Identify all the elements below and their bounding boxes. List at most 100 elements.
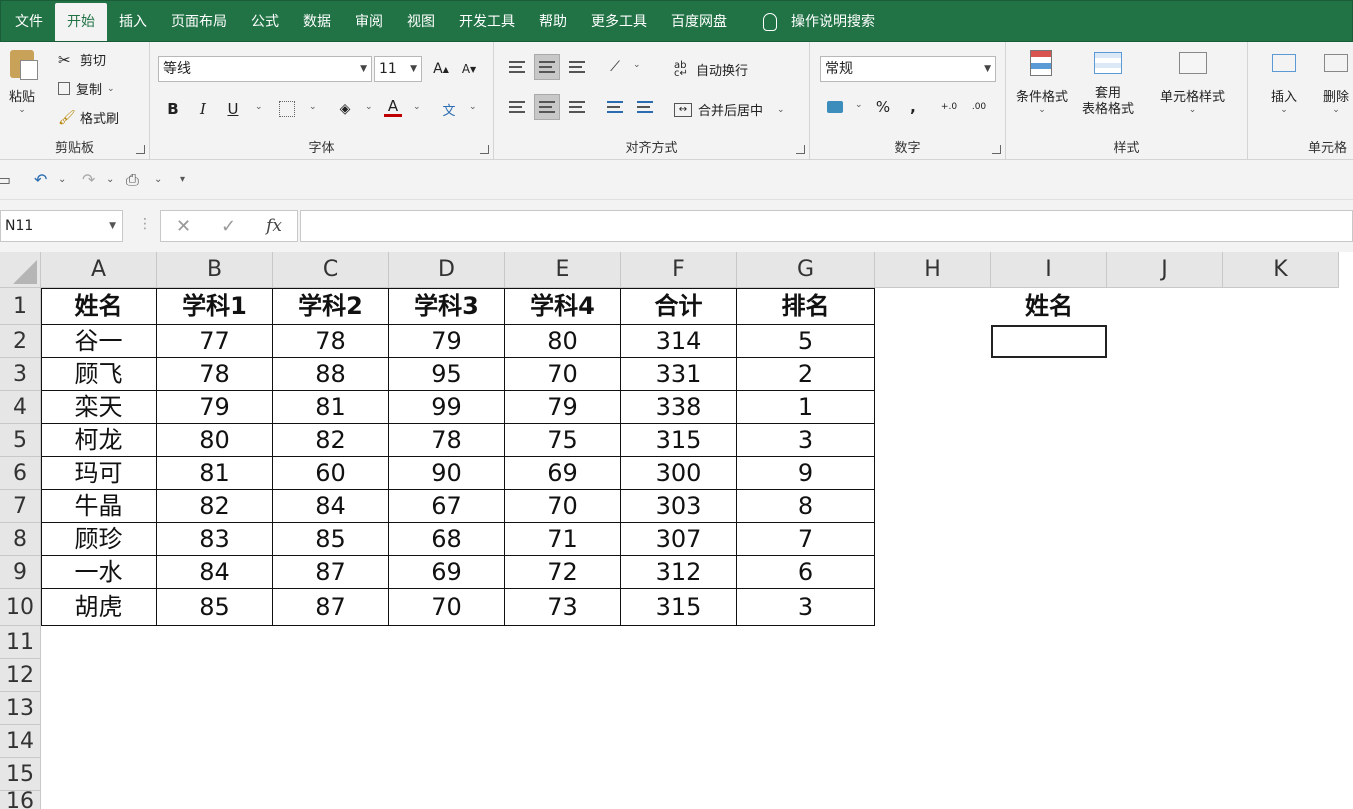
table-cell[interactable]: 谷一 (41, 325, 157, 358)
table-cell[interactable]: 顾飞 (41, 358, 157, 391)
merge-dropdown-icon[interactable]: ⌄ (777, 105, 785, 115)
font-launcher-icon[interactable] (480, 145, 489, 154)
cut-button[interactable]: ✂ 剪切 (58, 50, 106, 70)
column-header-e[interactable]: E (505, 252, 621, 288)
table-cell[interactable]: 85 (273, 523, 389, 556)
grow-font-button[interactable]: A ▲ (428, 56, 454, 82)
align-center-button[interactable] (534, 94, 560, 120)
table-cell[interactable]: 1 (737, 391, 875, 424)
align-middle-button[interactable] (534, 54, 560, 80)
table-cell[interactable]: 87 (273, 556, 389, 589)
table-cell[interactable]: 78 (157, 358, 273, 391)
align-top-button[interactable] (504, 54, 530, 80)
customize-toolbar-icon[interactable]: ▾ (180, 174, 185, 185)
number-launcher-icon[interactable] (992, 145, 1001, 154)
tab-review[interactable]: 审阅 (343, 3, 395, 41)
table-cell[interactable]: 一水 (41, 556, 157, 589)
orientation-button[interactable]: ⟋ (602, 54, 628, 80)
table-cell[interactable]: 79 (389, 325, 505, 358)
table-cell[interactable]: 99 (389, 391, 505, 424)
table-cell[interactable]: 3 (737, 589, 875, 626)
column-header-k[interactable]: K (1223, 252, 1339, 288)
undo-icon[interactable]: ↶ (34, 170, 47, 189)
print-dropdown-icon[interactable]: ⌄ (154, 174, 162, 185)
phonetic-button[interactable]: 文 (436, 96, 462, 122)
row-header-12[interactable]: 12 (0, 659, 41, 692)
header-cell[interactable]: 学科2 (273, 288, 389, 325)
table-cell[interactable]: 331 (621, 358, 737, 391)
font-color-button[interactable]: A (380, 94, 406, 120)
header-cell[interactable]: 学科3 (389, 288, 505, 325)
percent-button[interactable]: % (870, 94, 896, 120)
table-cell[interactable]: 83 (157, 523, 273, 556)
conditional-formatting-button[interactable]: 条件格式 ⌄ (1016, 48, 1068, 115)
merge-center-button[interactable]: ↔ 合并后居中 ⌄ (674, 100, 785, 119)
align-bottom-button[interactable] (564, 54, 590, 80)
fill-color-button[interactable]: ◈ (332, 96, 358, 122)
redo-icon[interactable]: ↷ (82, 170, 95, 189)
table-cell[interactable]: 315 (621, 424, 737, 457)
column-header-g[interactable]: G (737, 252, 875, 288)
row-header-13[interactable]: 13 (0, 692, 41, 725)
table-cell[interactable]: 5 (737, 325, 875, 358)
delete-cells-button[interactable]: 删除 ⌄ (1320, 48, 1352, 115)
table-cell[interactable]: 69 (389, 556, 505, 589)
column-header-c[interactable]: C (273, 252, 389, 288)
header-cell[interactable]: 合计 (621, 288, 737, 325)
row-header-5[interactable]: 5 (0, 424, 41, 457)
font-size-select[interactable]: 11 ▼ (374, 56, 422, 82)
table-cell[interactable]: 71 (505, 523, 621, 556)
table-cell[interactable]: 314 (621, 325, 737, 358)
row-header-15[interactable]: 15 (0, 758, 41, 791)
table-cell[interactable]: 90 (389, 457, 505, 490)
accounting-format-button[interactable] (822, 94, 848, 120)
row-header-1[interactable]: 1 (0, 288, 41, 325)
table-cell[interactable]: 9 (737, 457, 875, 490)
decrease-indent-button[interactable] (602, 94, 628, 120)
table-cell[interactable]: 338 (621, 391, 737, 424)
font-color-dropdown-icon[interactable]: ⌄ (413, 102, 421, 112)
table-cell[interactable]: 72 (505, 556, 621, 589)
table-cell[interactable]: 67 (389, 490, 505, 523)
formula-input[interactable] (300, 210, 1353, 242)
table-cell[interactable]: 3 (737, 424, 875, 457)
table-cell[interactable]: 栾天 (41, 391, 157, 424)
table-cell[interactable]: 88 (273, 358, 389, 391)
table-cell[interactable]: 87 (273, 589, 389, 626)
format-painter-button[interactable]: 🖌 格式刷 (58, 108, 119, 128)
table-cell[interactable]: 82 (273, 424, 389, 457)
row-header-11[interactable]: 11 (0, 626, 41, 659)
borders-dropdown-icon[interactable]: ⌄ (309, 102, 317, 112)
table-cell[interactable]: 8 (737, 490, 875, 523)
table-cell[interactable]: 77 (157, 325, 273, 358)
table-cell[interactable]: 2 (737, 358, 875, 391)
column-header-i[interactable]: I (991, 252, 1107, 288)
align-right-button[interactable] (564, 94, 590, 120)
table-cell[interactable]: 312 (621, 556, 737, 589)
number-format-select[interactable]: 常规 ▼ (820, 56, 996, 82)
column-header-j[interactable]: J (1107, 252, 1223, 288)
column-header-f[interactable]: F (621, 252, 737, 288)
undo-dropdown-icon[interactable]: ⌄ (58, 174, 66, 185)
row-header-7[interactable]: 7 (0, 490, 41, 523)
paste-button[interactable]: 粘贴 ⌄ (6, 48, 38, 115)
tab-more-tools[interactable]: 更多工具 (579, 3, 659, 41)
italic-button[interactable]: I (190, 96, 216, 122)
column-header-b[interactable]: B (157, 252, 273, 288)
table-cell[interactable]: 柯龙 (41, 424, 157, 457)
insert-function-icon[interactable]: fx (266, 216, 282, 236)
borders-button[interactable] (274, 96, 300, 122)
tab-file[interactable]: 文件 (3, 3, 55, 41)
table-cell[interactable]: 78 (389, 424, 505, 457)
table-cell[interactable]: 73 (505, 589, 621, 626)
cancel-icon[interactable]: ✕ (176, 216, 191, 237)
table-cell[interactable]: 84 (273, 490, 389, 523)
underline-dropdown-icon[interactable]: ⌄ (255, 102, 263, 112)
table-cell[interactable]: 80 (505, 325, 621, 358)
copy-button[interactable]: 复制 ⌄ (58, 79, 115, 98)
tab-page-layout[interactable]: 页面布局 (159, 3, 239, 41)
table-cell[interactable]: 80 (157, 424, 273, 457)
format-as-table-button[interactable]: 套用 表格格式 (1082, 48, 1134, 118)
table-cell[interactable]: 95 (389, 358, 505, 391)
table-cell[interactable]: 79 (505, 391, 621, 424)
